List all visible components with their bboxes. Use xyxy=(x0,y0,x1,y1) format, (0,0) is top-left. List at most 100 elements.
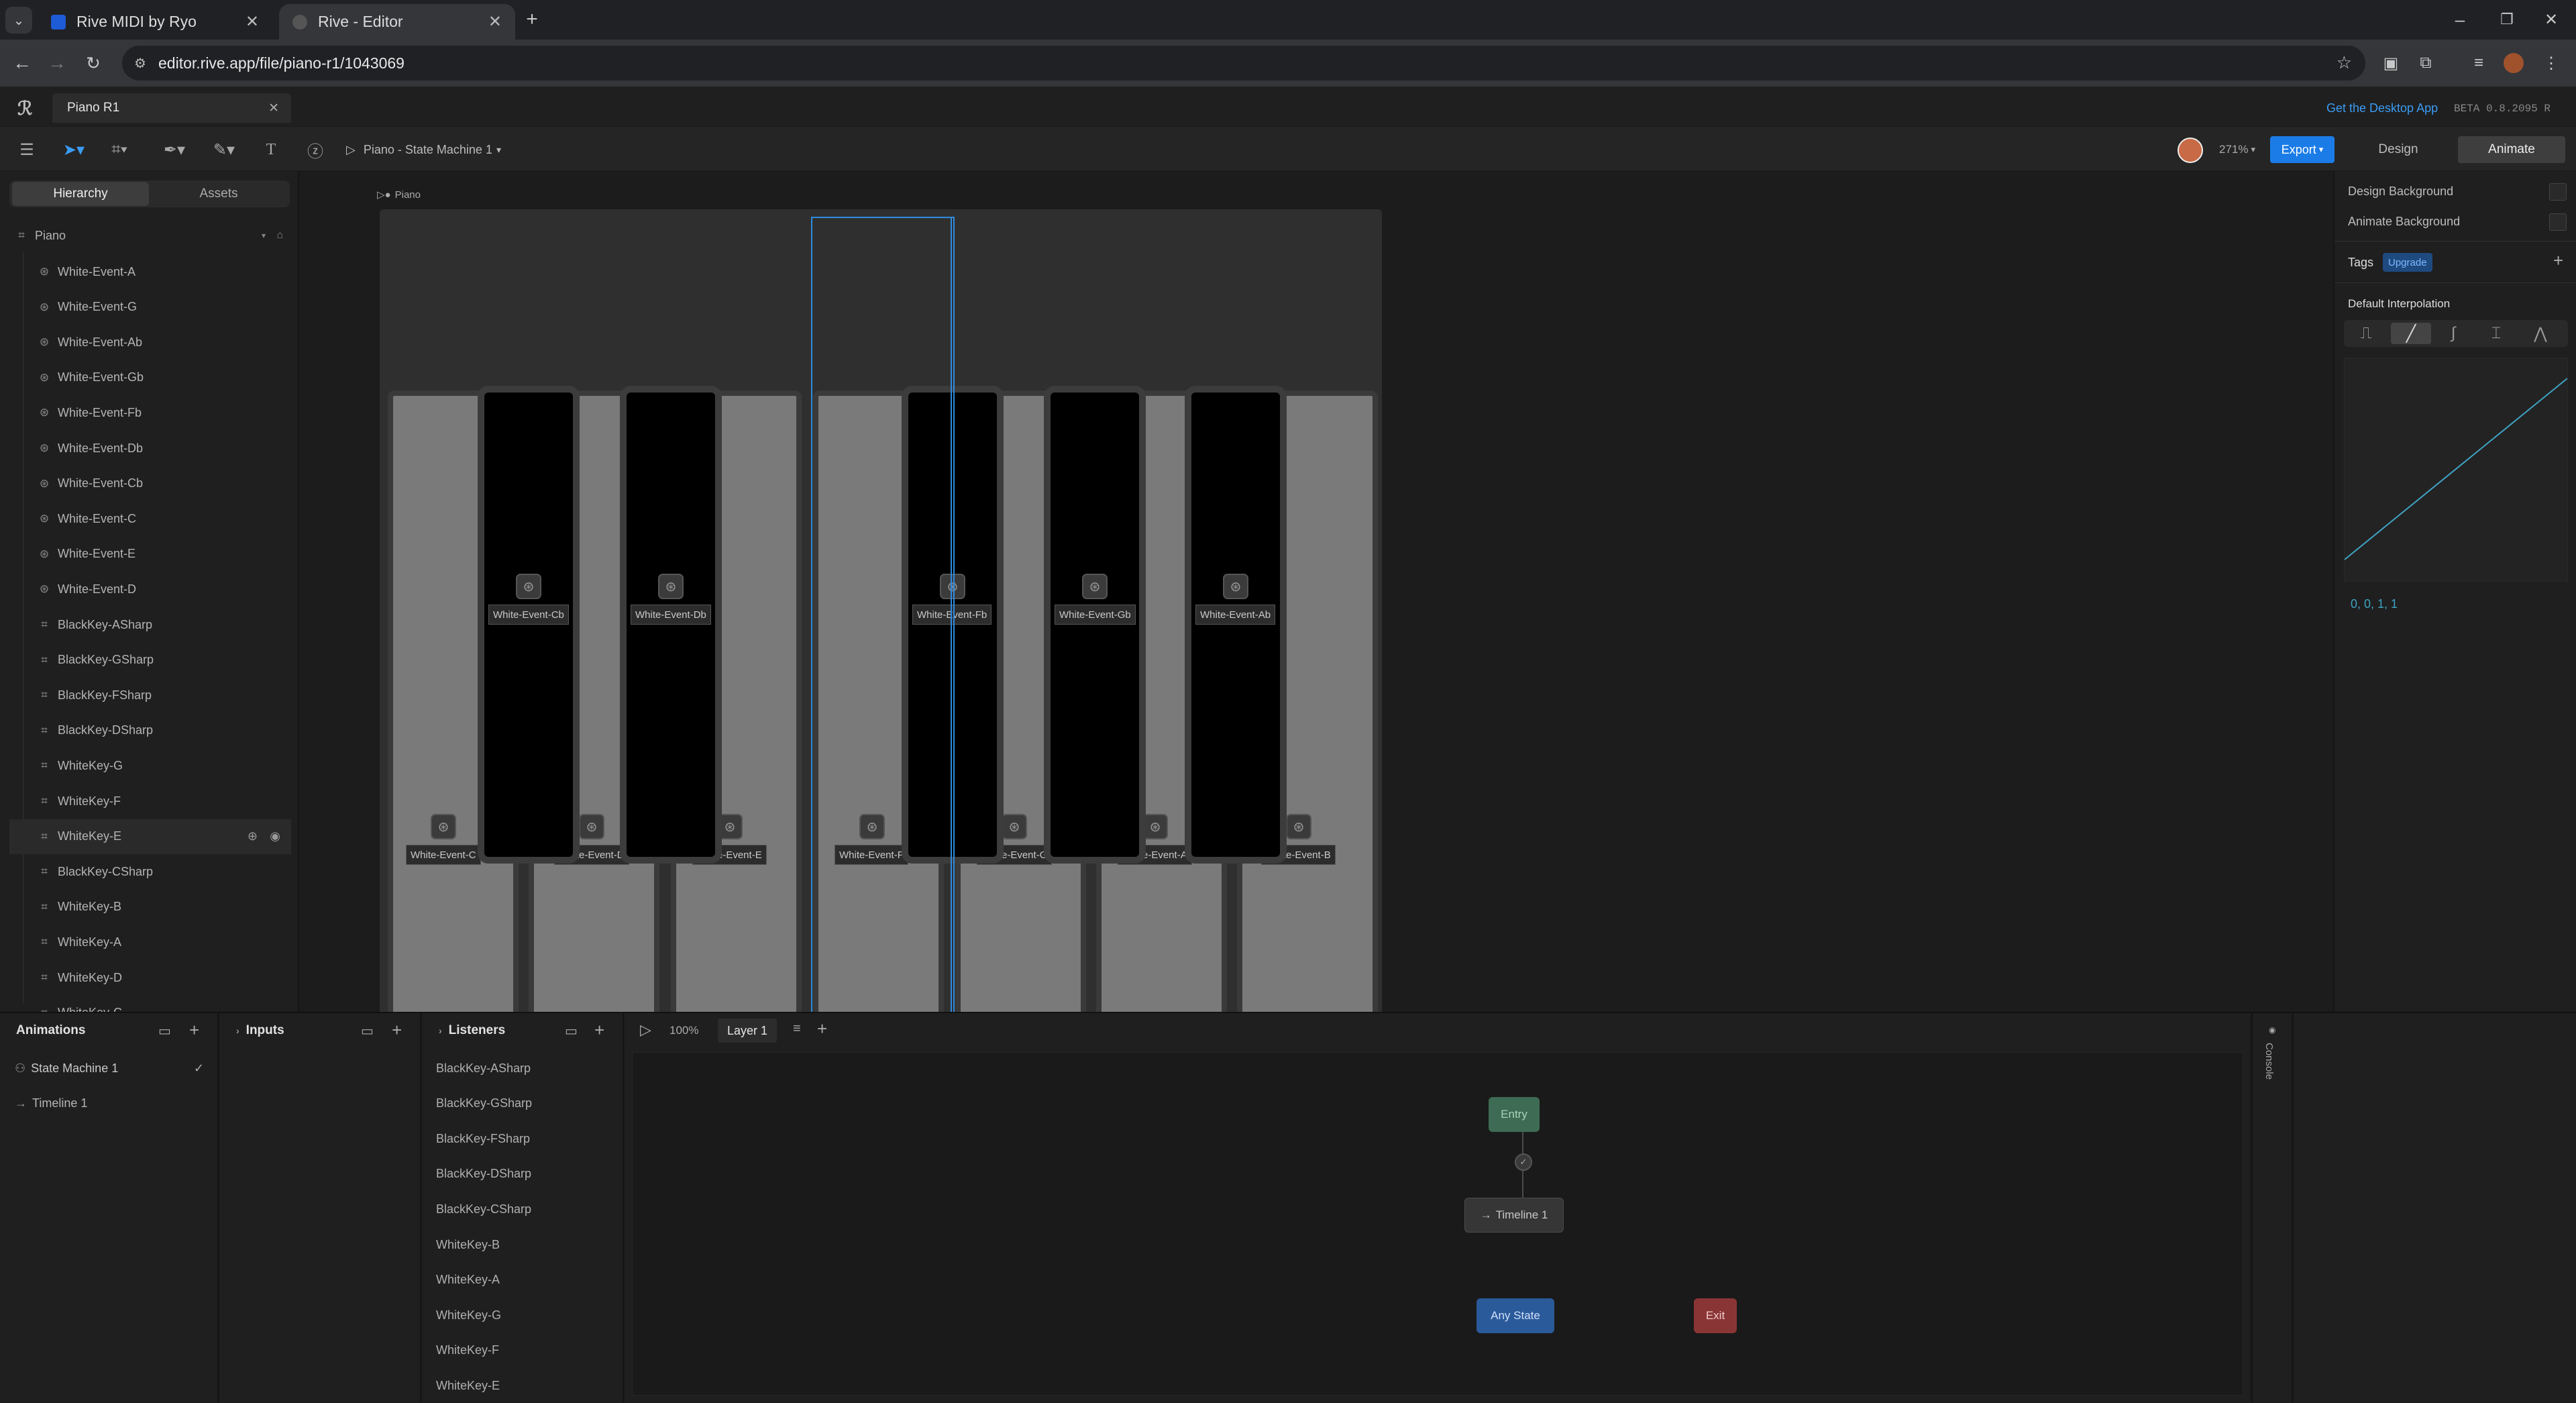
animation-item-timeline[interactable]: → Timeline 1 xyxy=(0,1086,217,1121)
hierarchy-item[interactable]: ⊛ White-Event-E xyxy=(38,537,291,572)
hierarchy-item[interactable]: ⌗ BlackKey-FSharp xyxy=(38,678,291,713)
hierarchy-item[interactable]: ⊛ White-Event-A xyxy=(38,254,291,289)
collapse-icon[interactable]: › xyxy=(236,1025,239,1036)
animation-item-state-machine[interactable]: ⚇ State Machine 1 ✓ xyxy=(0,1051,217,1086)
bookmark-star-icon[interactable]: ☆ xyxy=(2337,52,2352,73)
event-icon[interactable]: ⊛ xyxy=(658,574,684,599)
text-tool-icon[interactable]: T xyxy=(259,136,283,163)
hierarchy-root-piano[interactable]: ⌗ Piano ▾ ⌂ xyxy=(15,218,291,253)
lock-icon[interactable]: ⊕ xyxy=(248,829,258,843)
url-field[interactable]: ⚙ editor.rive.app/file/piano-r1/1043069 … xyxy=(122,46,2365,81)
select-tool-icon[interactable]: ➤▾ xyxy=(55,136,93,163)
animate-mode-tab[interactable]: Animate xyxy=(2458,136,2565,163)
visibility-eye-icon[interactable]: ◉ xyxy=(270,829,280,843)
add-animation-icon[interactable]: + xyxy=(189,1020,199,1041)
file-tab[interactable]: Piano R1 ✕ xyxy=(52,93,291,123)
add-tag-icon[interactable]: + xyxy=(2553,250,2563,271)
listener-item[interactable]: BlackKey-FSharp xyxy=(423,1121,623,1156)
hierarchy-item[interactable]: ⊛ White-Event-Gb xyxy=(38,360,291,395)
event-icon[interactable]: ⊛ xyxy=(431,814,456,839)
profile-avatar-icon[interactable] xyxy=(2504,53,2524,73)
extensions-puzzle-icon[interactable]: ⧉ xyxy=(2413,50,2438,76)
pen-tool-icon[interactable]: ✒▾ xyxy=(156,136,193,163)
event-tool-icon[interactable]: ⓩ xyxy=(303,136,327,163)
listener-item[interactable]: WhiteKey-E xyxy=(423,1368,623,1403)
layer-tab[interactable]: Layer 1 xyxy=(718,1019,777,1043)
listener-item[interactable]: WhiteKey-B xyxy=(423,1227,623,1262)
listener-item[interactable]: BlackKey-CSharp xyxy=(423,1192,623,1227)
event-icon[interactable]: ⊛ xyxy=(1082,574,1108,599)
shape-tool-icon[interactable]: ✎▾ xyxy=(205,136,243,163)
interpolation-values[interactable]: 0, 0, 1, 1 xyxy=(2351,597,2398,611)
animate-background-swatch[interactable] xyxy=(2549,213,2567,231)
event-icon[interactable]: ⊛ xyxy=(579,814,604,839)
menu-icon[interactable]: ☰ xyxy=(15,136,39,163)
hierarchy-item[interactable]: ⌗ BlackKey-GSharp xyxy=(38,643,291,678)
play-state-machine-button[interactable]: ▷ Piano - State Machine 1 ▾ xyxy=(346,136,521,163)
artboard-tool-icon[interactable]: ⌗▾ xyxy=(101,136,138,163)
cubic-value-icon[interactable]: ⌶ xyxy=(2478,320,2514,347)
close-file-tab-icon[interactable]: ✕ xyxy=(268,101,279,116)
hierarchy-item[interactable]: ⌗ WhiteKey-A xyxy=(38,925,291,959)
hierarchy-item[interactable]: ⌗ WhiteKey-D xyxy=(38,960,291,995)
close-tab-icon[interactable]: ✕ xyxy=(488,12,502,32)
event-icon[interactable]: ⊛ xyxy=(1223,574,1248,599)
listener-item[interactable]: WhiteKey-G xyxy=(423,1298,623,1333)
event-icon[interactable]: ⊛ xyxy=(516,574,541,599)
timeline-node[interactable]: → Timeline 1 xyxy=(1464,1198,1564,1233)
black-key[interactable] xyxy=(478,386,580,864)
hierarchy-item[interactable]: ⊛ White-Event-Ab xyxy=(38,325,291,360)
black-key[interactable] xyxy=(1044,386,1146,864)
new-tab-icon[interactable]: + xyxy=(518,5,546,34)
transition-chevron-icon[interactable]: ✓ xyxy=(1515,1153,1532,1171)
listener-item[interactable]: BlackKey-DSharp xyxy=(423,1157,623,1192)
chevron-down-icon[interactable]: ▾ xyxy=(262,231,266,240)
tag-icon[interactable]: ⌂ xyxy=(276,229,283,242)
folder-icon[interactable]: ▭ xyxy=(158,1023,171,1039)
design-mode-tab[interactable]: Design xyxy=(2343,136,2454,163)
add-listener-icon[interactable]: + xyxy=(594,1020,604,1041)
cubic-interp-icon[interactable]: ∫ xyxy=(2435,320,2471,347)
tab-hierarchy[interactable]: Hierarchy xyxy=(12,182,149,206)
minimize-icon[interactable]: – xyxy=(2446,5,2474,34)
listener-item[interactable]: WhiteKey-A xyxy=(423,1263,623,1298)
listener-item[interactable]: BlackKey-ASharp xyxy=(423,1051,623,1086)
add-input-icon[interactable]: + xyxy=(392,1020,402,1041)
hierarchy-item[interactable]: ⊛ White-Event-C xyxy=(38,501,291,536)
browser-tab-2[interactable]: Rive - Editor ✕ xyxy=(279,4,515,40)
hierarchy-item[interactable]: ⊛ White-Event-Fb xyxy=(38,395,291,430)
forward-icon[interactable]: → xyxy=(43,49,71,77)
event-icon[interactable]: ⊛ xyxy=(1286,814,1311,839)
interpolation-curve-editor[interactable] xyxy=(2344,358,2568,582)
hierarchy-item[interactable]: ⊛ White-Event-G xyxy=(38,290,291,325)
window-close-icon[interactable]: ✕ xyxy=(2537,5,2565,34)
media-control-icon[interactable]: ≡ xyxy=(2466,50,2491,76)
design-background-swatch[interactable] xyxy=(2549,183,2567,201)
upgrade-badge[interactable]: Upgrade xyxy=(2383,253,2432,272)
linear-interp-icon[interactable]: ╱ xyxy=(2391,323,2431,344)
hierarchy-item[interactable]: ⊛ White-Event-Db xyxy=(38,431,291,466)
event-icon[interactable]: ⊛ xyxy=(1142,814,1168,839)
graph-canvas[interactable]: ✓ Entry → Timeline 1 Any State Exit xyxy=(632,1052,2243,1396)
hierarchy-item[interactable]: ⊛ White-Event-D xyxy=(38,572,291,607)
hierarchy-item[interactable]: ⊛ White-Event-Cb xyxy=(38,466,291,501)
hierarchy-item[interactable]: ⌗ BlackKey-DSharp xyxy=(38,713,291,748)
tab-assets[interactable]: Assets xyxy=(152,182,286,206)
elastic-interp-icon[interactable]: ⋀ xyxy=(2522,320,2559,347)
hierarchy-item[interactable]: ⌗ WhiteKey-G xyxy=(38,748,291,783)
hierarchy-item[interactable]: ⌗ WhiteKey-F xyxy=(38,784,291,819)
close-tab-icon[interactable]: ✕ xyxy=(246,12,259,32)
entry-node[interactable]: Entry xyxy=(1489,1097,1540,1132)
rive-logo-icon[interactable]: ℛ xyxy=(17,97,38,119)
event-icon[interactable]: ⊛ xyxy=(1002,814,1027,839)
console-toggle-icon[interactable]: ◉ xyxy=(2269,1025,2275,1035)
graph-zoom[interactable]: 100% xyxy=(669,1024,698,1037)
reload-icon[interactable]: ↻ xyxy=(79,49,107,77)
browser-menu-icon[interactable]: ⋮ xyxy=(2538,50,2564,76)
play-graph-icon[interactable]: ▷ xyxy=(640,1021,651,1039)
user-avatar[interactable] xyxy=(2178,138,2203,163)
export-button[interactable]: Export ▾ xyxy=(2270,136,2334,163)
any-state-node[interactable]: Any State xyxy=(1477,1298,1554,1333)
artboard-label[interactable]: ▷● Piano xyxy=(377,189,421,201)
hierarchy-item[interactable]: ⌗ WhiteKey-B xyxy=(38,890,291,925)
